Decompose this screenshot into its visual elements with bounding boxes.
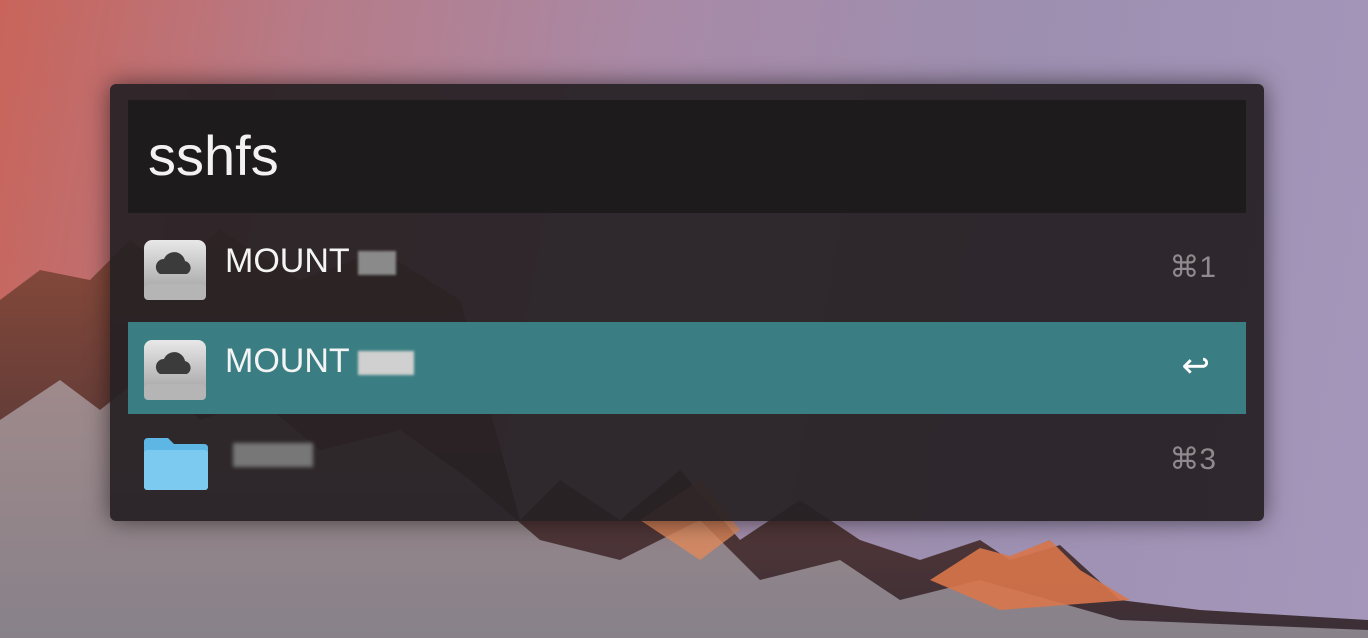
folder-icon bbox=[144, 438, 208, 490]
redacted-text bbox=[357, 351, 414, 376]
result-item-2[interactable]: MOUNT ↩ bbox=[128, 322, 1246, 414]
launcher-window: sshfs MOUNT ⌘1 MOUNT ↩ ⌘3 bbox=[110, 84, 1264, 521]
search-input[interactable]: sshfs bbox=[148, 128, 279, 184]
search-field[interactable]: sshfs bbox=[128, 100, 1246, 213]
redacted-text bbox=[357, 251, 396, 276]
cloud-drive-icon bbox=[144, 240, 206, 300]
result-title: MOUNT bbox=[225, 342, 414, 381]
redacted-text bbox=[233, 443, 313, 468]
shortcut-hint: ⌘3 bbox=[1169, 443, 1216, 476]
result-item-3[interactable]: ⌘3 bbox=[128, 414, 1246, 506]
result-title: MOUNT bbox=[225, 242, 396, 281]
shortcut-hint: ⌘1 bbox=[1169, 251, 1216, 284]
return-key-icon: ↩ bbox=[1181, 347, 1211, 385]
result-title bbox=[225, 434, 313, 473]
result-item-1[interactable]: MOUNT ⌘1 bbox=[128, 222, 1246, 314]
cloud-drive-icon bbox=[144, 340, 206, 400]
